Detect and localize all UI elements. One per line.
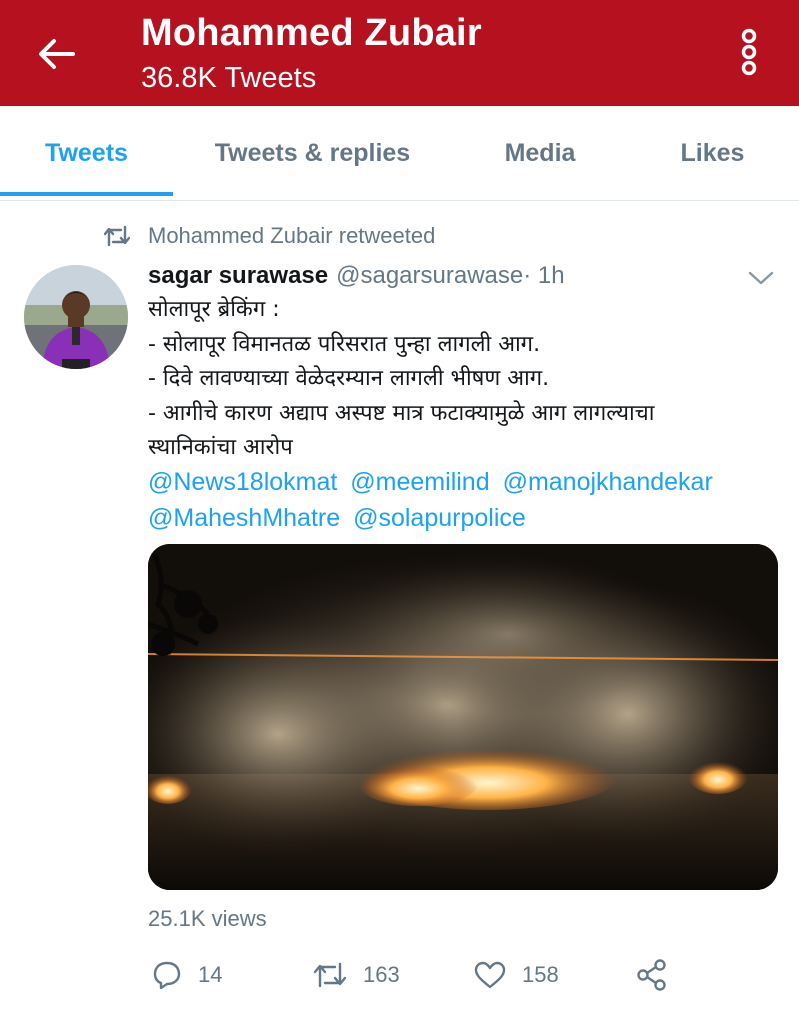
- view-count: 25.1K views: [148, 906, 267, 931]
- chevron-down-icon: [748, 271, 774, 285]
- profile-header: Mohammed Zubair 36.8K Tweets: [0, 0, 799, 106]
- share-button[interactable]: [636, 950, 668, 1000]
- mention-link[interactable]: @News18lokmat: [148, 468, 337, 496]
- tweet-media-video[interactable]: [148, 544, 778, 890]
- heart-icon: [474, 961, 506, 989]
- tweet-text-line: स्थानिकांचा आरोप: [148, 435, 293, 460]
- mention-link[interactable]: @solapurpolice: [353, 504, 526, 532]
- tweet-timestamp: · 1h: [523, 262, 565, 289]
- profile-name-title: Mohammed Zubair: [141, 12, 482, 54]
- profile-tabs: Tweets Tweets & replies Media Likes: [0, 106, 799, 201]
- reply-count: 14: [198, 962, 223, 987]
- retweet-icon: [104, 225, 130, 247]
- reply-icon: [153, 961, 181, 990]
- tab-media[interactable]: Media: [470, 106, 610, 201]
- tweet-options-button[interactable]: [744, 264, 778, 292]
- tweet-actions: 14 163 158: [148, 950, 778, 1000]
- tweet-mentions: @News18lokmat @meemilind @manojkhandekar…: [148, 464, 778, 536]
- tweet-text-line: - दिवे लावण्याच्या वेळेदरम्यान लागली भीष…: [148, 366, 550, 391]
- tweet-text-line: सोलापूर ब्रेकिंग :: [148, 297, 280, 322]
- author-handle[interactable]: @sagarsurawase: [336, 262, 523, 290]
- retweet-button[interactable]: 163: [313, 950, 400, 1000]
- active-tab-indicator: [0, 192, 173, 196]
- more-options-button[interactable]: [730, 24, 768, 80]
- retweet-context-text: Mohammed Zubair retweeted: [148, 223, 436, 248]
- like-button[interactable]: 158: [474, 950, 559, 1000]
- mention-link[interactable]: @meemilind: [350, 468, 489, 496]
- tweet-count: 36.8K Tweets: [141, 62, 317, 94]
- back-button[interactable]: [30, 28, 82, 80]
- like-count: 158: [522, 962, 559, 987]
- arrow-left-icon: [39, 39, 75, 69]
- reply-button[interactable]: 14: [152, 950, 222, 1000]
- retweet-icon: [313, 962, 347, 988]
- tweet-text-line: - आगीचे कारण अद्याप अस्पष्ट मात्र फटाक्य…: [148, 400, 655, 426]
- mention-link[interactable]: @manojkhandekar: [503, 468, 713, 496]
- author-name[interactable]: sagar surawase: [148, 262, 328, 290]
- tab-tweets-and-replies[interactable]: Tweets & replies: [190, 106, 435, 201]
- retweet-context: Mohammed Zubair retweeted: [104, 220, 435, 252]
- vertical-dots-icon: [741, 28, 757, 76]
- mention-link[interactable]: @MaheshMhatre: [148, 504, 340, 532]
- retweet-count: 163: [363, 962, 400, 987]
- author-avatar[interactable]: [24, 265, 128, 369]
- tab-likes[interactable]: Likes: [640, 106, 785, 201]
- tweet-text-line: - सोलापूर विमानतळ परिसरात पुन्हा लागली आ…: [148, 331, 541, 357]
- tweet-body: सोलापूर ब्रेकिंग : - सोलापूर विमानतळ परि…: [148, 293, 778, 466]
- tab-tweets[interactable]: Tweets: [0, 106, 173, 201]
- tweet-header: sagar surawase @sagarsurawase · 1h: [148, 260, 565, 292]
- share-icon: [637, 959, 666, 991]
